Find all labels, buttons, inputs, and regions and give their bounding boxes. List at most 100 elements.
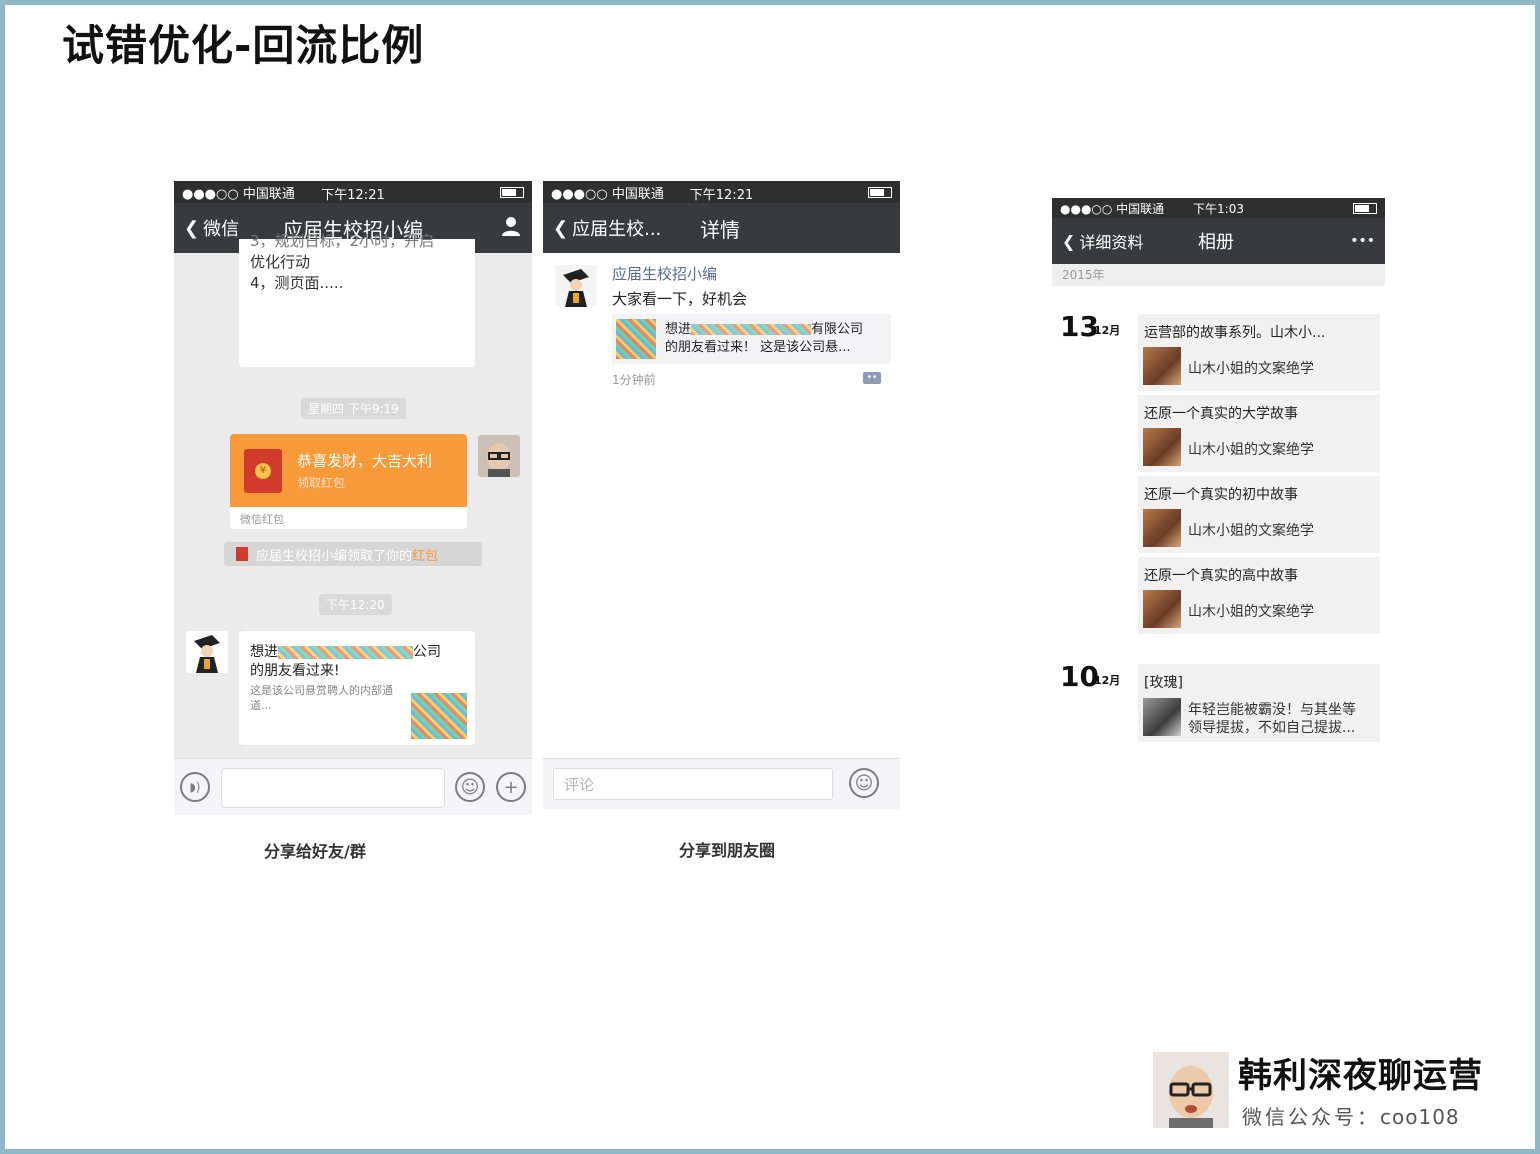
detail-title: 详情 bbox=[700, 217, 740, 242]
redpacket-message[interactable]: ¥ 恭喜发财，大吉大利 领取红包 微信红包 bbox=[230, 434, 467, 529]
album-post-title: [玫瑰] bbox=[1144, 675, 1183, 691]
post-thumbnail bbox=[1143, 698, 1181, 736]
year-label: 2015年 bbox=[1062, 268, 1105, 282]
back-button[interactable]: ❮ 微信 bbox=[184, 215, 239, 241]
phone-moments-screenshot: ●●●○○ 中国联通 下午12:21 ❮ 应届生校... 详情 应届生校招小编 大… bbox=[543, 181, 900, 815]
contact-profile-icon[interactable] bbox=[500, 215, 522, 242]
status-time: 下午1:03 bbox=[1193, 202, 1244, 216]
share-title-start: 想进 bbox=[250, 644, 278, 660]
caption-share-moments: 分享到朋友圈 bbox=[679, 841, 776, 860]
album-post-title: 还原一个真实的初中故事 bbox=[1144, 487, 1298, 503]
status-time: 下午12:21 bbox=[689, 188, 754, 203]
chat-input-bar: ◗) ☺ + bbox=[174, 758, 532, 815]
message-input[interactable] bbox=[221, 768, 445, 808]
share-title-line2: 的朋友看过来! bbox=[250, 663, 340, 679]
poster-avatar[interactable] bbox=[555, 265, 597, 307]
status-bar: ●●●○○ 中国联通 下午12:21 bbox=[174, 181, 532, 203]
album-post-subtitle: 山木小姐的文案绝学 bbox=[1188, 361, 1314, 377]
chevron-left-icon: ❮ bbox=[553, 217, 569, 239]
blurred-company-name bbox=[278, 645, 413, 659]
brand-wechat-label: 微信公众号： bbox=[1242, 1105, 1380, 1129]
share-title-end: 公司 bbox=[413, 644, 441, 660]
date-month: 12月 bbox=[1094, 324, 1121, 337]
post-text: 大家看一下，好机会 bbox=[612, 290, 748, 308]
album-post-title: 还原一个真实的大学故事 bbox=[1144, 406, 1298, 422]
brand-wechat-id: coo108 bbox=[1380, 1105, 1460, 1129]
shared-link-preview[interactable]: 想进 有限公司 的朋友看过来！ 这是该公司悬... bbox=[612, 314, 891, 364]
album-post-title: 运营部的故事系列。山木小... bbox=[1144, 325, 1326, 341]
comment-toggle-icon[interactable]: •• bbox=[863, 372, 881, 384]
album-post[interactable]: [玫瑰] 年轻岂能被霸没！与其坐等 领导提拔，不如自己提拔... bbox=[1138, 664, 1380, 742]
album-title: 相册 bbox=[1198, 232, 1234, 253]
detail-navbar: ❮ 应届生校... 详情 bbox=[543, 203, 900, 253]
back-label: 应届生校... bbox=[572, 219, 662, 240]
album-post[interactable]: 还原一个真实的高中故事 山木小姐的文案绝学 bbox=[1138, 557, 1380, 634]
album-post[interactable]: 还原一个真实的初中故事 山木小姐的文案绝学 bbox=[1138, 476, 1380, 553]
prev-card-line: 优化行动 bbox=[250, 253, 311, 271]
album-post-subtitle: 山木小姐的文案绝学 bbox=[1188, 442, 1314, 458]
previous-message-card[interactable]: 3，规划日标，2小时，开启 优化行动 4，测页面..... bbox=[239, 232, 475, 367]
prev-card-line: 3，规划日标，2小时，开启 bbox=[250, 232, 435, 250]
slide-title: 试错优化-回流比例 bbox=[62, 21, 425, 70]
back-button[interactable]: ❮ 详细资料 bbox=[1062, 229, 1143, 253]
status-bar: ●●●○○ 中国联通 下午12:21 bbox=[543, 181, 900, 203]
comment-input[interactable]: 评论 bbox=[553, 768, 833, 800]
album-post[interactable]: 运营部的故事系列。山木小... 山木小姐的文案绝学 bbox=[1138, 314, 1380, 391]
emoji-icon[interactable]: ☺ bbox=[849, 768, 879, 798]
back-label: 微信 bbox=[203, 219, 240, 240]
plus-icon[interactable]: + bbox=[496, 772, 526, 802]
album-post-subtitle: 年轻岂能被霸没！与其坐等 bbox=[1188, 702, 1356, 718]
chat-timestamp: 星期四 下午9:19 bbox=[301, 398, 406, 419]
redpacket-notice: 应届生校招小编领取了你的 红包 bbox=[224, 542, 482, 566]
phone-chat-screenshot: ●●●○○ 中国联通 下午12:21 ❮ 微信 应届生校招小编 3，规划日标，2小… bbox=[174, 181, 532, 815]
status-time: 下午12:21 bbox=[321, 188, 385, 203]
battery-icon bbox=[500, 186, 524, 198]
phone-album-screenshot: ●●●○○ 中国联通 下午1:03 ❮ 详细资料 相册 ••• 2015年 13 … bbox=[1052, 198, 1385, 748]
year-header: 2015年 bbox=[1052, 264, 1385, 286]
redpacket-icon: ¥ bbox=[244, 449, 282, 493]
share-description: 这是该公司悬赏聘人的内部通道... bbox=[250, 684, 393, 712]
album-post-subtitle-line2: 领导提拔，不如自己提拔... bbox=[1188, 720, 1356, 736]
album-post-subtitle: 山木小姐的文案绝学 bbox=[1188, 604, 1314, 620]
caption-share-friends: 分享给好友/群 bbox=[264, 842, 366, 861]
chevron-left-icon: ❮ bbox=[184, 217, 200, 239]
chevron-left-icon: ❮ bbox=[1062, 231, 1076, 251]
notice-text: 应届生校招小编领取了你的 bbox=[256, 548, 413, 564]
post-thumbnail bbox=[1143, 509, 1181, 547]
self-avatar[interactable] bbox=[478, 435, 520, 477]
prev-card-line: 4，测页面..... bbox=[250, 274, 344, 292]
post-thumbnail bbox=[1143, 347, 1181, 385]
album-post-subtitle: 山木小姐的文案绝学 bbox=[1188, 523, 1314, 539]
link-title-start: 想进 bbox=[665, 322, 692, 337]
sender-avatar[interactable] bbox=[186, 631, 228, 673]
post-time: 1分钟前 bbox=[612, 373, 656, 387]
voice-icon[interactable]: ◗) bbox=[180, 772, 210, 802]
battery-icon bbox=[868, 186, 892, 198]
status-bar: ●●●○○ 中国联通 下午1:03 bbox=[1052, 198, 1385, 218]
link-thumbnail bbox=[616, 319, 656, 359]
redpacket-subtitle: 领取红包 bbox=[297, 476, 346, 490]
redpacket-small-icon bbox=[236, 547, 248, 561]
blurred-company-name bbox=[691, 324, 812, 335]
chat-timestamp: 下午12:20 bbox=[319, 594, 392, 615]
notice-redpacket-link[interactable]: 红包 bbox=[412, 545, 438, 564]
comment-input-bar: 评论 ☺ bbox=[543, 758, 900, 809]
share-thumbnail bbox=[411, 693, 467, 739]
more-icon[interactable]: ••• bbox=[1350, 233, 1375, 249]
shared-link-card[interactable]: 想进 公司 的朋友看过来! 这是该公司悬赏聘人的内部通道... bbox=[239, 631, 475, 745]
brand-avatar bbox=[1153, 1052, 1229, 1128]
date-month: 12月 bbox=[1094, 674, 1121, 687]
album-navbar: ❮ 详细资料 相册 ••• bbox=[1052, 218, 1385, 264]
post-thumbnail bbox=[1143, 428, 1181, 466]
back-label: 详细资料 bbox=[1079, 233, 1144, 252]
redpacket-footer: 微信红包 bbox=[240, 513, 284, 526]
album-post[interactable]: 还原一个真实的大学故事 山木小姐的文案绝学 bbox=[1138, 395, 1380, 472]
poster-name[interactable]: 应届生校招小编 bbox=[612, 263, 717, 284]
emoji-icon[interactable]: ☺ bbox=[455, 772, 485, 802]
battery-icon bbox=[1353, 202, 1377, 214]
back-button[interactable]: ❮ 应届生校... bbox=[553, 215, 661, 241]
redpacket-title: 恭喜发财，大吉大利 bbox=[297, 452, 433, 470]
post-thumbnail bbox=[1143, 590, 1181, 628]
link-title-end: 有限公司 bbox=[811, 322, 864, 337]
comment-placeholder: 评论 bbox=[564, 776, 595, 794]
